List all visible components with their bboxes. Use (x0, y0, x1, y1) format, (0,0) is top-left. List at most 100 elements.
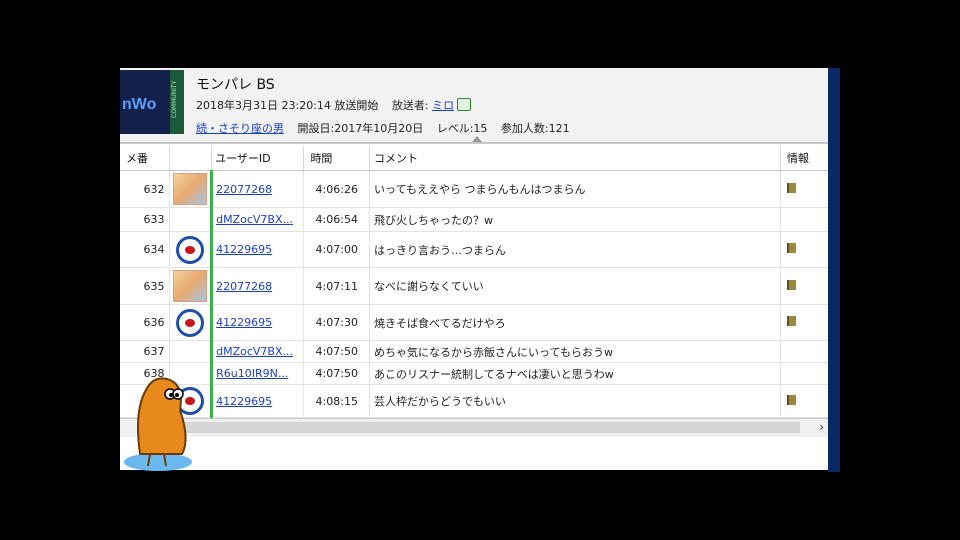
col-number[interactable]: メ番 (120, 146, 170, 171)
comment-cell: めちゃ気になるから赤飯さんにいってもらおうw (369, 340, 782, 363)
user-id-cell: 41229695 (210, 304, 305, 341)
table-row[interactable]: 639412296954:08:15芸人枠だからどうでもいい (120, 384, 832, 418)
time-cell: 4:06:26 (303, 170, 371, 208)
user-avatar-icon (175, 235, 204, 264)
window-edge (828, 68, 840, 472)
user-id-cell: dMZocV7BX... (210, 207, 305, 232)
col-avatar[interactable] (169, 146, 213, 171)
participant-count: 参加人数:121 (500, 122, 570, 135)
scrollbar-thumb[interactable] (140, 422, 800, 433)
table-row[interactable]: 636 41229695 4:07:30 焼きそば食べてるだけやろ (120, 304, 832, 341)
info-cell (780, 340, 832, 363)
info-cell (780, 304, 832, 341)
user-id-link[interactable]: 22077268 (216, 183, 272, 196)
user-id-cell: dMZocV7BX... (210, 340, 305, 363)
time-cell: 4:07:50 (303, 340, 371, 363)
comment-number: 632 (120, 170, 170, 208)
comment-text: 焼きそば食べてるだけやろ (374, 316, 506, 330)
col-info[interactable]: 情報 (780, 146, 832, 171)
comment-text: めちゃ気になるから赤飯さんにいってもらおうw (374, 345, 613, 359)
time-text: 4:06:26 (315, 182, 358, 196)
user-id-link[interactable]: 41229695 (216, 243, 272, 256)
avatar-cell (169, 170, 213, 208)
time-text: 4:06:54 (315, 213, 358, 226)
comment-cell: なべに謝らなくていい (369, 267, 782, 305)
user-id-cell: 22077268 (210, 170, 305, 208)
time-text: 4:07:50 (315, 345, 358, 358)
logo-text: nWo (122, 96, 157, 113)
video-frame: nWo COMMUNITY モンパレ BS 2018年3月31日 23:20:1… (120, 0, 840, 540)
time-cell: 4:07:11 (303, 267, 371, 305)
comment-number: 636 (120, 304, 170, 341)
flag-icon (787, 182, 797, 193)
comment-cell: 飛び火しちゃったの？w (369, 207, 782, 232)
time-text: 4:08:15 (315, 394, 358, 408)
avatar-cell (169, 207, 213, 232)
community-info-line: 続・さそり座の男 開設日:2017年10月20日 レベル:15 参加人数:121 (196, 120, 570, 136)
comment-number: 633 (120, 207, 170, 232)
logo-strip: COMMUNITY (170, 70, 184, 134)
time-text: 4:07:11 (315, 279, 358, 293)
table-header-row: メ番 ユーザーID 時間 コメント 情報 (120, 146, 832, 171)
flag-icon (787, 243, 797, 253)
info-cell (780, 231, 832, 268)
opened-date: 開設日:2017年10月20日 (297, 122, 424, 135)
broadcaster-link[interactable]: ミロ (432, 99, 454, 112)
horizontal-scrollbar[interactable]: › (120, 418, 828, 437)
user-avatar (172, 173, 207, 205)
time-text: 4:07:50 (315, 367, 358, 380)
time-cell: 4:07:50 (303, 362, 371, 385)
user-id-link[interactable]: R6u10IR9N... (216, 367, 288, 380)
collapse-triangle-icon[interactable] (472, 136, 482, 142)
table-row[interactable]: 632 22077268 4:06:26 いってもええやら つまらんもんはつまらん (120, 170, 832, 208)
user-id-link[interactable]: 41229695 (216, 395, 272, 408)
info-cell (780, 362, 832, 385)
info-cell (780, 384, 832, 418)
user-avatar (172, 270, 207, 302)
avatar-cell (169, 231, 213, 268)
table-row[interactable]: 637 dMZocV7BX... 4:07:50 めちゃ気になるから赤飯さんにいっても… (120, 340, 832, 363)
logo-strip-text: COMMUNITY (171, 80, 178, 118)
user-id-cell: 22077268 (210, 267, 305, 305)
flag-icon (787, 394, 797, 405)
comment-number-text: 633 (143, 213, 165, 226)
table-row[interactable]: 638 R6u10IR9N... 4:07:50 あこのリスナー統制してるナベは凄いと… (120, 362, 832, 385)
col-comment[interactable]: コメント (369, 146, 782, 171)
user-id-link[interactable]: dMZocV7BX... (216, 345, 293, 358)
broadcast-header: nWo COMMUNITY モンパレ BS 2018年3月31日 23:20:1… (120, 68, 828, 144)
mascot-character-icon (124, 377, 192, 471)
comment-text: いってもええやら つまらんもんはつまらん (374, 183, 586, 196)
time-text: 4:07:30 (315, 316, 358, 329)
col-user-id[interactable]: ユーザーID (211, 146, 305, 171)
user-id-cell: R6u10IR9N... (210, 362, 305, 385)
user-id-link[interactable]: 41229695 (216, 316, 272, 329)
comment-cell: 焼きそば食べてるだけやろ (369, 304, 782, 341)
flag-icon (787, 279, 797, 290)
time-text: 4:07:00 (315, 243, 358, 256)
flag-icon (787, 316, 797, 326)
table-row[interactable]: 633 dMZocV7BX... 4:06:54 飛び火しちゃったの？w (120, 207, 832, 232)
comment-number-text: 634 (143, 243, 165, 256)
col-time[interactable]: 時間 (303, 146, 371, 171)
scroll-right-arrow-icon[interactable]: › (819, 420, 824, 434)
comment-viewer-window: nWo COMMUNITY モンパレ BS 2018年3月31日 23:20:1… (120, 68, 832, 470)
user-id-cell: 41229695 (210, 384, 305, 418)
community-logo: nWo (120, 70, 172, 134)
broadcaster-label: 放送者: (391, 99, 429, 112)
table-row[interactable]: 635 22077268 4:07:11 なべに謝らなくていい (120, 267, 832, 305)
avatar-cell (169, 304, 213, 341)
community-link[interactable]: 続・さそり座の男 (196, 122, 284, 135)
comment-number: 635 (120, 267, 170, 305)
broadcast-start: 2018年3月31日 23:20:14 放送開始 (196, 99, 379, 112)
table-row[interactable]: 634 41229695 4:07:00 はっきり言おう…つまらん (120, 231, 832, 268)
comment-text: 飛び火しちゃったの？w (374, 213, 494, 227)
time-cell: 4:07:00 (303, 231, 371, 268)
user-id-link[interactable]: 22077268 (216, 280, 272, 293)
time-cell: 4:07:30 (303, 304, 371, 341)
time-cell: 4:06:54 (303, 207, 371, 232)
user-id-cell: 41229695 (210, 231, 305, 268)
comment-text: 芸人枠だからどうでもいい (374, 395, 506, 408)
user-id-link[interactable]: dMZocV7BX... (216, 213, 293, 226)
comment-number: 634 (120, 231, 170, 268)
broadcast-info-line: 2018年3月31日 23:20:14 放送開始 放送者: ミロ (196, 97, 472, 113)
